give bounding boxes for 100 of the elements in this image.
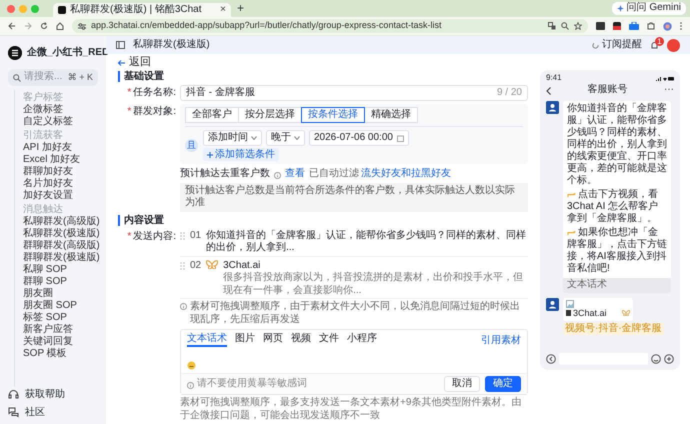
plus-icon — [207, 152, 213, 158]
browser-tab[interactable]: 私聊群发(极速版) | 铭酷3Chat × — [53, 3, 231, 17]
add-circle-icon — [664, 354, 674, 364]
nav-item[interactable]: 新客户应答 — [23, 324, 73, 336]
drag-handle-icon — [180, 262, 185, 270]
reload-icon[interactable] — [40, 22, 48, 30]
nav-item[interactable]: Excel 加好友 — [23, 154, 80, 166]
profile-icon[interactable] — [663, 22, 672, 30]
favicon-icon — [58, 6, 66, 14]
date-field[interactable]: 2026-07-06 00:00 — [309, 130, 409, 146]
nav-item[interactable]: 群聊群发(极速版) — [23, 252, 100, 264]
field-label: * 群发对象: — [126, 104, 176, 119]
message-text[interactable]: 你知道抖音的「金牌客服」认证，能帮你省多少钱吗？同样的素材、同样的出价，别人拿到... — [206, 230, 528, 254]
puzzle-icon[interactable] — [647, 22, 655, 30]
chat-bubbles-icon — [8, 407, 19, 418]
voice-icon — [546, 354, 556, 364]
nav-item[interactable]: 群聊 SOP — [23, 276, 67, 288]
sidebar-toggle-icon[interactable] — [116, 41, 125, 49]
confirm-button[interactable]: 确定 — [485, 376, 521, 392]
subscribe-button[interactable]: 订阅提醒 — [592, 38, 642, 52]
operator-dropdown[interactable]: 晚于 — [266, 130, 305, 146]
emoji-icon[interactable] — [187, 361, 196, 370]
home-icon[interactable] — [56, 22, 64, 30]
logic-badge: 且 — [185, 139, 198, 152]
estimate-label: 预计触达去重客户数 — [180, 168, 270, 180]
nav-item[interactable]: 群聊加好友 — [23, 166, 73, 178]
search-icon — [13, 74, 21, 82]
translate-icon — [548, 22, 556, 30]
avatar-icon — [546, 101, 559, 114]
info-icon — [180, 303, 187, 310]
nav-item[interactable]: 名片加好友 — [23, 178, 73, 190]
section-title: 基础设置 — [118, 71, 164, 82]
close-tab-button[interactable]: × — [220, 4, 226, 16]
quote-material-link[interactable]: 引用素材 — [481, 334, 521, 347]
chevron-down-icon — [251, 136, 257, 140]
info-icon — [187, 382, 194, 388]
nav-item[interactable]: 群聊群发(高级版) — [23, 240, 100, 252]
back-arrow-icon[interactable] — [8, 22, 16, 30]
nav-item[interactable]: API 加好友 — [23, 142, 72, 154]
section-heading: 消息触达 — [23, 204, 64, 216]
view-link[interactable]: 查看 — [285, 168, 305, 180]
info-icon — [274, 172, 281, 179]
segment-tab[interactable]: 按条件选择 — [301, 107, 365, 123]
back-chevron-icon — [546, 86, 551, 94]
editor-tab[interactable]: 网页 — [263, 332, 283, 347]
section-heading: 引流获客 — [23, 130, 64, 142]
nav-item[interactable]: 社区 — [8, 405, 98, 420]
chat-title: 客服账号 — [588, 84, 628, 97]
gemini-button[interactable]: 问问 Gemini — [612, 2, 686, 15]
new-tab-button[interactable]: + — [237, 1, 244, 16]
item-index: 02 — [190, 260, 202, 272]
zoom-icon — [561, 22, 569, 30]
section-heading: 客户标签 — [23, 92, 64, 104]
back-link[interactable]: 返回 — [118, 56, 151, 69]
segment-tab[interactable]: 精确选择 — [364, 107, 418, 123]
editor-tab[interactable]: 小程序 — [347, 332, 377, 347]
link-description: 很多抖音投放商家以为，抖音投流拼的是素材，出价和投手水平，但现在有一件事，会直接影响你... — [223, 272, 524, 297]
bubble-label: 文本话术 — [563, 278, 671, 292]
nav-item[interactable]: 朋友圈 — [23, 288, 53, 300]
nav-item[interactable]: 自定义标签 — [23, 116, 73, 128]
editor-tab[interactable]: 文本话术 — [187, 332, 227, 347]
tag: 视频号·抖音·金牌客服 — [563, 322, 664, 336]
warning-text: 请不要使用黄暴等敏感词 — [197, 378, 307, 390]
note-text: 素材可拖拽调整顺序，最多支持发送一条文本素材+9条其他类型附件素材。由于企微接口问题，可能会出现发送顺序不一致 — [180, 397, 522, 422]
field-dropdown[interactable]: 添加时间 — [203, 130, 262, 146]
extension-icon[interactable] — [613, 22, 621, 30]
nav-item[interactable]: 朋友圈 SOP — [23, 300, 77, 312]
extension-icon[interactable] — [629, 22, 639, 30]
avatar-icon — [546, 298, 559, 310]
nav-item[interactable]: 私聊 SOP — [23, 264, 67, 276]
nav-item[interactable]: 加好友设置 — [23, 190, 73, 202]
cancel-button[interactable]: 取消 — [444, 376, 480, 392]
nav-item[interactable]: 获取帮助 — [8, 387, 98, 402]
site-settings-icon — [78, 22, 86, 30]
status-icons-drawing — [656, 76, 674, 80]
link-title: 3Chat.ai — [223, 260, 262, 272]
search-input[interactable]: 请搜索... — [24, 71, 65, 84]
user-avatar[interactable] — [667, 38, 680, 52]
bell-icon[interactable] — [650, 40, 659, 50]
editor-tab[interactable]: 文件 — [319, 332, 339, 347]
field-label: * 任务名称: — [126, 86, 176, 100]
nav-item[interactable]: 关键词回复 — [23, 336, 73, 348]
message-text: 点击下方视频，看 3Chat AI 怎么帮客户拿到「金牌客服」。 — [566, 188, 660, 225]
nav-item[interactable]: 私聊群发(极速版) — [23, 228, 100, 240]
segment-tab[interactable]: 按分层选择 — [238, 107, 302, 123]
character-counter: 9 / 20 — [496, 86, 522, 100]
back-arrow-icon — [118, 60, 125, 66]
add-filter-button[interactable]: 添加筛选条件 — [203, 148, 279, 161]
nav-item[interactable]: 标签 SOP — [23, 312, 67, 324]
message-text: 你知道抖音的「金牌客服」认证，能帮你省多少钱吗？同样的素材、同样的出价，别人拿到的线索更便宜、开口率更高，差的可能就是这个标。 — [566, 102, 668, 187]
address-bar[interactable]: app.3chatai.cn/embedded-app/subapp?url=/butler/chatly/group-express-contact-task-list — [72, 19, 588, 33]
nav-item[interactable]: 私聊群发(高级版) — [23, 216, 100, 228]
search-field[interactable]: 请搜索... ⌘ + K — [8, 69, 98, 86]
nav-item[interactable]: SOP 模板 — [23, 348, 67, 360]
task-name-field[interactable]: 抖音 - 金牌客服 9 / 20 — [180, 85, 528, 101]
editor-tab[interactable]: 图片 — [235, 332, 255, 347]
segment-tab[interactable]: 全部客户 — [185, 107, 239, 123]
nav-item[interactable]: 企微标签 — [23, 104, 63, 116]
editor-tab[interactable]: 视频 — [291, 332, 311, 347]
sparkle-icon — [616, 5, 624, 12]
